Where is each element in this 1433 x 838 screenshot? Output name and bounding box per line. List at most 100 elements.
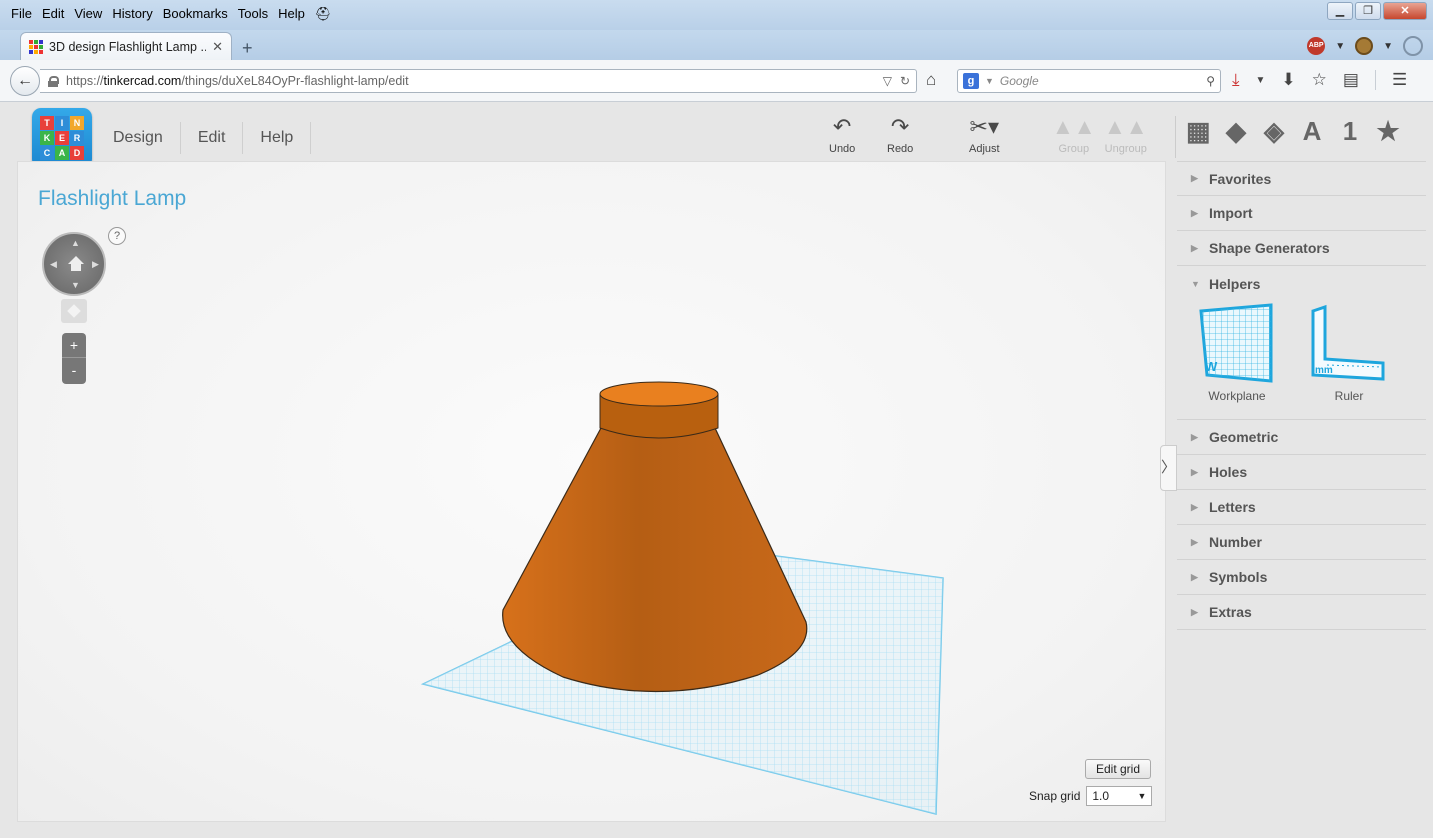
ortho-view-button[interactable]	[61, 299, 87, 323]
sidebar-item-favorites[interactable]: ▶ Favorites	[1177, 161, 1426, 196]
sidebar-item-label: Shape Generators	[1209, 240, 1330, 256]
logo-letter: A	[55, 146, 69, 160]
lock-icon	[48, 75, 59, 87]
arrow-right-icon[interactable]: ▶	[92, 259, 99, 270]
chevron-right-icon: ▶	[1191, 173, 1198, 183]
download-icon[interactable]: ⬇	[1281, 70, 1295, 90]
menu-help[interactable]: Help	[243, 122, 312, 154]
cube-icon	[67, 304, 81, 318]
logo-letter: K	[40, 131, 54, 145]
menu-bookmarks[interactable]: Bookmarks	[158, 6, 233, 22]
helper-ruler[interactable]: mm Ruler	[1309, 303, 1389, 403]
chevron-down-icon: ▼	[1191, 278, 1200, 289]
logo-letter: E	[55, 131, 69, 145]
menu-history[interactable]: History	[107, 6, 157, 22]
sidebar-item-letters[interactable]: ▶ Letters	[1177, 490, 1426, 525]
greasemonkey-icon[interactable]	[1355, 37, 1374, 55]
menu-view[interactable]: View	[69, 6, 107, 22]
logo-letter: N	[70, 116, 84, 130]
reader-icon[interactable]: ▤	[1343, 70, 1359, 90]
zoom-out-button[interactable]: -	[62, 358, 86, 383]
menu-file[interactable]: File	[6, 6, 37, 22]
menu-edit[interactable]: Edit	[181, 122, 244, 154]
zoom-control: + -	[62, 333, 86, 384]
view-navigation-control[interactable]: ▲ ▼ ◀ ▶	[42, 232, 106, 296]
snap-grid-select[interactable]: 1.0 ▼	[1086, 786, 1153, 806]
window-controls: ▁ ❐ ✕	[1327, 2, 1427, 20]
tinkercad-app: T I N K E R C A D Design Edit Help ↶ Und…	[0, 102, 1433, 838]
sidebar-item-symbols[interactable]: ▶ Symbols	[1177, 560, 1426, 595]
sidebar-item-helpers[interactable]: ▼ Helpers	[1177, 266, 1426, 301]
redo-button[interactable]: ↷ Redo	[887, 114, 913, 155]
help-icon[interactable]: ?	[108, 227, 126, 245]
edit-grid-button[interactable]: Edit grid	[1085, 759, 1151, 779]
search-engine-chevron-icon[interactable]: ▼	[985, 76, 994, 86]
tabstrip-extensions: ABP ▼ ▼	[1307, 36, 1423, 56]
tinkercad-logo[interactable]: T I N K E R C A D	[32, 108, 92, 168]
design-canvas[interactable]: Flashlight Lamp ▲ ▼ ◀ ▶ ? + - Edit grid …	[17, 161, 1166, 822]
chevron-down-icon[interactable]: ▼	[1383, 41, 1393, 52]
cone-shape[interactable]	[502, 427, 808, 693]
navigation-bar: ← https://tinkercad.com/things/duXeL84Oy…	[0, 60, 1433, 102]
sidebar-item-geometric[interactable]: ▶ Geometric	[1177, 420, 1426, 455]
chevron-down-icon[interactable]: ▼	[1335, 41, 1345, 52]
cylinder-top-face[interactable]	[599, 381, 719, 407]
url-dropdown-icon[interactable]: ▽	[883, 74, 892, 88]
striped-cube-icon[interactable]: ◈	[1262, 116, 1286, 147]
tab-close-icon[interactable]: ✕	[212, 39, 223, 55]
menu-help[interactable]: Help	[273, 6, 310, 22]
hamburger-menu-icon[interactable]: ☰	[1392, 70, 1407, 90]
numbers-icon[interactable]: 1	[1338, 116, 1362, 147]
new-tab-button[interactable]: +	[242, 38, 253, 59]
search-magnifier-icon[interactable]: ⚲	[1206, 74, 1215, 88]
collapse-sidebar-button[interactable]: 〉	[1160, 445, 1177, 491]
url-bar[interactable]: https://tinkercad.com/things/duXeL84OyPr…	[40, 69, 917, 93]
home-view-icon[interactable]	[67, 256, 85, 272]
menu-design[interactable]: Design	[96, 122, 181, 154]
minimize-button[interactable]: ▁	[1327, 2, 1353, 20]
sidebar-item-label: Helpers	[1209, 275, 1261, 292]
shape-category-icons: ▦ ◆ ◈ A 1 ★	[1186, 116, 1400, 147]
arrow-down-icon[interactable]: ▼	[71, 280, 80, 290]
sidebar-item-number[interactable]: ▶ Number	[1177, 525, 1426, 560]
sidebar-item-shape-generators[interactable]: ▶ Shape Generators	[1177, 231, 1426, 266]
chevron-right-icon: ▶	[1191, 431, 1198, 442]
grid-view-icon[interactable]: ▦	[1186, 116, 1211, 147]
arrow-left-icon[interactable]: ◀	[50, 259, 57, 270]
sidebar-item-extras[interactable]: ▶ Extras	[1177, 595, 1426, 630]
reload-icon[interactable]: ↻	[900, 74, 910, 88]
redo-label: Redo	[887, 143, 914, 155]
restore-button[interactable]: ❐	[1355, 2, 1381, 20]
sidebar-item-holes[interactable]: ▶ Holes	[1177, 455, 1426, 490]
sidebar-item-import[interactable]: ▶ Import	[1177, 196, 1426, 231]
letters-icon[interactable]: A	[1300, 116, 1324, 147]
star-icon[interactable]: ★	[1376, 116, 1400, 147]
ungroup-button[interactable]: ▲▲ Ungroup	[1104, 114, 1148, 155]
menu-edit[interactable]: Edit	[37, 6, 69, 22]
chevron-right-icon: ▶	[1191, 571, 1198, 582]
search-input[interactable]: Google	[1000, 74, 1039, 88]
shapes-sidebar: ▶ Favorites ▶ Import ▶ Shape Generators …	[1177, 161, 1426, 822]
close-window-button[interactable]: ✕	[1383, 2, 1427, 20]
undo-button[interactable]: ↶ Undo	[829, 114, 855, 155]
search-bar[interactable]: g ▼ Google ⚲	[957, 69, 1221, 93]
tab-tinkercad[interactable]: 3D design Flashlight Lamp ... ✕	[20, 32, 232, 61]
menu-tools[interactable]: Tools	[233, 6, 273, 22]
arrow-up-icon[interactable]: ▲	[71, 238, 80, 248]
home-icon[interactable]: ⌂	[926, 70, 936, 90]
design-title[interactable]: Flashlight Lamp	[38, 187, 186, 211]
helper-workplane[interactable]: W Workplane	[1197, 303, 1277, 403]
adjust-button[interactable]: ✂▾ Adjust	[969, 114, 1000, 155]
cube-icon[interactable]: ◆	[1224, 116, 1248, 147]
zoom-in-button[interactable]: +	[62, 333, 86, 358]
google-search-icon[interactable]: g	[963, 73, 979, 89]
adblock-icon[interactable]: ABP	[1307, 37, 1326, 55]
back-button[interactable]: ←	[10, 66, 40, 96]
chevron-down-icon[interactable]: ▼	[1256, 75, 1266, 86]
snap-grid-label: Snap grid	[1029, 789, 1081, 803]
globe-icon[interactable]	[1403, 36, 1423, 56]
bookmark-star-icon[interactable]: ☆	[1312, 70, 1327, 90]
download-blocked-icon[interactable]: ⤓	[1232, 70, 1240, 90]
group-button[interactable]: ▲▲ Group	[1052, 114, 1096, 155]
workplane-scene[interactable]	[18, 162, 1166, 822]
